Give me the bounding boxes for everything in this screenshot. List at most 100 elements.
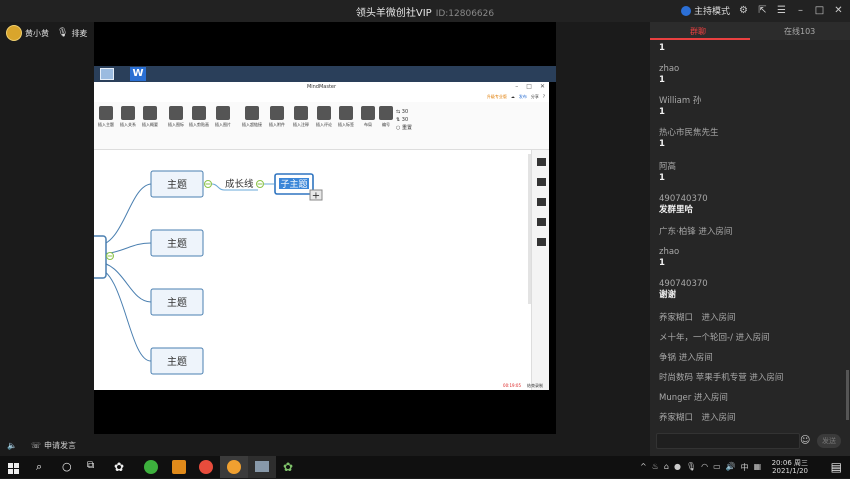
- settings-icon[interactable]: ⚙: [738, 5, 749, 16]
- tool-numbering[interactable]: 编号: [374, 106, 398, 128]
- desktop-app-icon: W: [130, 67, 146, 81]
- tray-wechat-icon[interactable]: ●: [674, 462, 681, 473]
- apply-speak-button[interactable]: ☏ 申请发言: [31, 440, 76, 451]
- tool-insert-comment[interactable]: 插入评论: [312, 106, 336, 128]
- tray-volume-icon[interactable]: 🔊: [726, 462, 736, 473]
- notification-icon[interactable]: ▤: [831, 460, 842, 474]
- chat-message: zhao 1: [659, 247, 679, 269]
- apply-speak-label: 申请发言: [43, 441, 76, 450]
- chat-system-message: 养家糊口 进入房间: [659, 413, 736, 423]
- calendar-icon[interactable]: [537, 238, 546, 246]
- speaker-icon[interactable]: 🔈: [7, 441, 17, 450]
- app-butterfly-icon[interactable]: ✿: [114, 460, 128, 474]
- format-icon[interactable]: [537, 158, 546, 166]
- message-author: 阿高: [659, 162, 677, 172]
- tool-label: 插入关系: [120, 122, 136, 127]
- tool-label: 插入附件: [269, 122, 285, 127]
- subtopic-text: 子主题: [280, 178, 307, 190]
- chrome-icon[interactable]: [199, 460, 213, 474]
- app-orange-icon[interactable]: [172, 460, 186, 474]
- send-button[interactable]: 发送: [817, 434, 841, 448]
- host-mode-toggle[interactable]: 主持模式: [680, 4, 730, 17]
- tool-label: 插入标签: [338, 122, 354, 127]
- current-user[interactable]: 黄小黄: [6, 25, 49, 41]
- tool-insert-link[interactable]: 插入超链接: [240, 106, 264, 128]
- tray-mic-icon[interactable]: 🎙: [686, 462, 696, 473]
- tool-insert-attachment[interactable]: 插入附件: [265, 106, 289, 128]
- tray-network-icon[interactable]: ⌂: [664, 462, 669, 473]
- mic-queue-button[interactable]: 🎙 排麦: [57, 28, 87, 39]
- tray-keyboard-icon[interactable]: ▦: [754, 462, 762, 473]
- spacing-h-input[interactable]: ⇆ 30: [396, 108, 412, 116]
- tool-insert-clipart[interactable]: 插入剪贴画: [187, 106, 211, 128]
- cortana-icon[interactable]: ○: [62, 460, 76, 474]
- message-author: 490740370: [659, 279, 708, 289]
- tray-wifi-icon[interactable]: ◠: [701, 462, 708, 473]
- tray-fire-icon[interactable]: ♨: [652, 462, 659, 473]
- tool-insert-tag[interactable]: 插入标签: [334, 106, 358, 128]
- chat-message: zhao 1: [659, 64, 679, 86]
- message-author: 热心市民焦先生: [659, 128, 719, 138]
- central-topic[interactable]: [83, 235, 107, 279]
- emoji-icon[interactable]: ☺: [800, 435, 810, 446]
- tab-group-chat[interactable]: 群聊: [690, 26, 706, 37]
- cloud-icon[interactable]: ☁: [511, 94, 515, 100]
- clipart-panel-icon[interactable]: [537, 218, 546, 226]
- task-view-icon[interactable]: ⧉: [87, 460, 101, 474]
- ime-indicator[interactable]: 中: [741, 462, 749, 473]
- chat-system-message: 养家糊口 进入房间: [659, 313, 736, 323]
- tab-online[interactable]: 在线103: [784, 26, 815, 37]
- desktop-computer-icon: [100, 68, 114, 80]
- message-text: 1: [659, 139, 665, 149]
- upgrade-link[interactable]: 升级专业版: [487, 94, 507, 100]
- outline-icon[interactable]: [537, 178, 546, 186]
- topic-text-3: 主题: [167, 297, 187, 309]
- clock[interactable]: 20:06 周三 2021/1/20: [772, 459, 808, 475]
- help-icon[interactable]: ?: [543, 94, 545, 100]
- app-screen-icon[interactable]: [248, 456, 276, 478]
- tool-insert-relation[interactable]: 插入关系: [116, 106, 140, 128]
- share-icon[interactable]: ⇱: [757, 5, 768, 16]
- bottom-left-controls: 🔈 ☏ 申请发言: [7, 440, 76, 451]
- app-gear-icon[interactable]: ✿: [283, 460, 297, 474]
- avatar: [6, 25, 22, 41]
- remote-desktop-strip: [94, 66, 556, 82]
- message-author: William 孙: [659, 96, 702, 106]
- tray-battery-icon[interactable]: ▭: [713, 462, 721, 473]
- mm-maximize-icon[interactable]: □: [526, 83, 532, 90]
- message-author: zhao: [659, 247, 680, 257]
- stop-recording-button[interactable]: 结束录制: [527, 383, 543, 389]
- active-app-badge: [227, 460, 241, 474]
- app-green-icon[interactable]: [144, 460, 158, 474]
- mm-minimize-icon[interactable]: –: [515, 83, 518, 90]
- tray-chevron-icon[interactable]: ^: [640, 462, 647, 473]
- message-text: 1: [659, 173, 665, 183]
- share-link[interactable]: 分享: [531, 94, 539, 100]
- search-icon[interactable]: ⌕: [36, 460, 50, 474]
- maximize-icon[interactable]: □: [814, 5, 825, 16]
- user-name: 黄小黄: [25, 28, 49, 38]
- tool-insert-topic[interactable]: 插入主题: [94, 106, 118, 128]
- chat-input[interactable]: [656, 433, 800, 449]
- publish-link[interactable]: 发布: [519, 94, 527, 100]
- windows-start-icon[interactable]: [8, 460, 22, 474]
- chat-scrollbar[interactable]: [846, 370, 849, 420]
- mindmap-canvas[interactable]: 主题 主题 主题 主题 成长线 子主题 +: [83, 150, 529, 390]
- tool-insert-image[interactable]: 插入图片: [211, 106, 235, 128]
- spacing-v-input[interactable]: ⇅ 30: [396, 116, 412, 124]
- mindmaster-title: MindMaster: [306, 84, 337, 90]
- close-icon[interactable]: ✕: [833, 5, 844, 16]
- mm-close-icon[interactable]: ✕: [540, 83, 545, 90]
- minimize-icon[interactable]: –: [795, 5, 806, 16]
- reset-button[interactable]: ○ 重置: [396, 124, 412, 132]
- chat-message: 热心市民焦先生 1: [659, 128, 719, 150]
- windows-taskbar: ⌕ ○ ⧉ ✿ ✿ ^ ♨ ⌂ ● 🎙 ◠ ▭ 🔊 中 ▦ 20:06 周三 2…: [0, 456, 850, 478]
- menu-icon[interactable]: ☰: [776, 5, 787, 16]
- clock-date: 2021/1/20: [772, 467, 808, 475]
- tool-label: 插入注释: [293, 122, 309, 127]
- tool-insert-icon[interactable]: 插入图标: [164, 106, 188, 128]
- app-active-icon[interactable]: [220, 456, 248, 478]
- style-icon[interactable]: [537, 198, 546, 206]
- tool-insert-note[interactable]: 插入注释: [289, 106, 313, 128]
- tool-insert-summary[interactable]: 插入概要: [138, 106, 162, 128]
